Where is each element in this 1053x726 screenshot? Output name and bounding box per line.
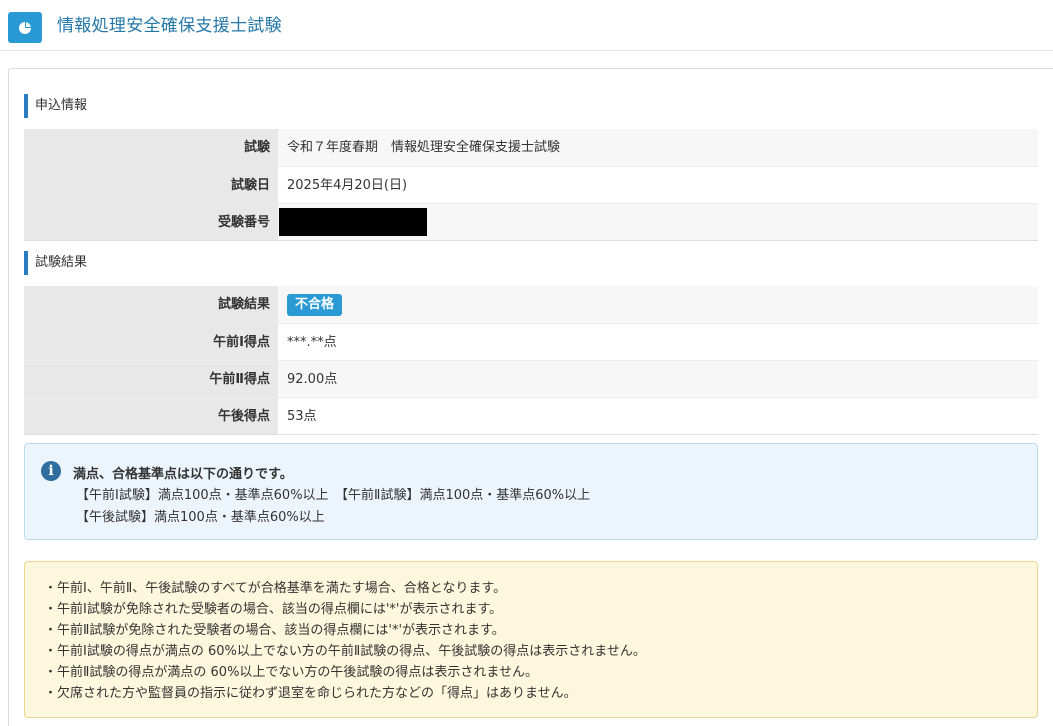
exam-date-value: 2025年4月20日(日): [278, 167, 1038, 203]
table-row: 試験日 2025年4月20日(日): [24, 166, 1038, 203]
score-am1-value: ***.**点: [278, 324, 1038, 360]
pie-chart-icon: [8, 12, 42, 43]
redacted-block: [279, 208, 427, 236]
row-label: 受験番号: [24, 204, 278, 240]
list-item: ・午前Ⅰ、午前Ⅱ、午後試験のすべてが合格基準を満たす場合、合格となります。: [44, 581, 507, 596]
page-header: 情報処理安全確保支援士試験: [0, 0, 1053, 51]
table-row: 試験 令和７年度春期 情報処理安全確保支援士試験: [24, 129, 1038, 166]
exam-name-value: 令和７年度春期 情報処理安全確保支援士試験: [278, 129, 1038, 166]
table-row: 受験番号: [24, 203, 1038, 240]
list-item: ・欠席された方や監督員の指示に従わず退室を命じられた方などの「得点」はありません…: [44, 686, 577, 701]
result-value: 不合格: [278, 286, 1038, 323]
row-label: 試験結果: [24, 286, 278, 323]
notes-list: ・午前Ⅰ、午前Ⅱ、午後試験のすべてが合格基準を満たす場合、合格となります。 ・午…: [44, 578, 646, 704]
list-item: ・午前Ⅱ試験の得点が満点の 60%以上でない方の午後試験の得点は表示されません。: [44, 665, 539, 680]
alert-line: 【午前Ⅰ試験】満点100点・基準点60%以上 【午前Ⅱ試験】満点100点・基準点…: [76, 488, 591, 503]
row-label: 午前Ⅰ得点: [24, 324, 278, 360]
list-item: ・午前Ⅰ試験の得点が満点の 60%以上でない方の午前Ⅱ試験の得点、午後試験の得点…: [44, 644, 646, 659]
status-badge: 不合格: [287, 293, 343, 316]
info-circle-icon: i: [41, 461, 61, 481]
examinee-number-value: [278, 204, 1038, 240]
row-label: 試験: [24, 129, 278, 166]
page-title: 情報処理安全確保支援士試験: [57, 16, 282, 36]
exam-result-table: 試験結果 不合格 午前Ⅰ得点 ***.**点 午前Ⅱ得点 92.00点 午後得点…: [24, 286, 1038, 435]
table-row: 午前Ⅰ得点 ***.**点: [24, 323, 1038, 360]
notes-box: ・午前Ⅰ、午前Ⅱ、午後試験のすべてが合格基準を満たす場合、合格となります。 ・午…: [24, 561, 1038, 718]
application-info-table: 試験 令和７年度春期 情報処理安全確保支援士試験 試験日 2025年4月20日(…: [24, 129, 1038, 241]
table-row: 午後得点 53点: [24, 397, 1038, 434]
list-item: ・午前Ⅰ試験が免除された受験者の場合、該当の得点欄には'*'が表示されます。: [44, 602, 503, 617]
passing-criteria-alert: i 満点、合格基準点は以下の通りです。 【午前Ⅰ試験】満点100点・基準点60%…: [24, 443, 1038, 540]
list-item: ・午前Ⅱ試験が免除された受験者の場合、該当の得点欄には'*'が表示されます。: [44, 623, 505, 638]
table-row: 午前Ⅱ得点 92.00点: [24, 360, 1038, 397]
table-row: 試験結果 不合格: [24, 286, 1038, 323]
row-label: 午後得点: [24, 398, 278, 434]
row-label: 試験日: [24, 167, 278, 203]
score-am2-value: 92.00点: [278, 361, 1038, 397]
application-info-heading: 申込情報: [24, 94, 87, 118]
row-label: 午前Ⅱ得点: [24, 361, 278, 397]
score-pm-value: 53点: [278, 398, 1038, 434]
alert-title: 満点、合格基準点は以下の通りです。: [73, 467, 293, 482]
exam-result-heading: 試験結果: [24, 251, 87, 275]
alert-line: 【午後試験】満点100点・基準点60%以上: [76, 510, 325, 525]
